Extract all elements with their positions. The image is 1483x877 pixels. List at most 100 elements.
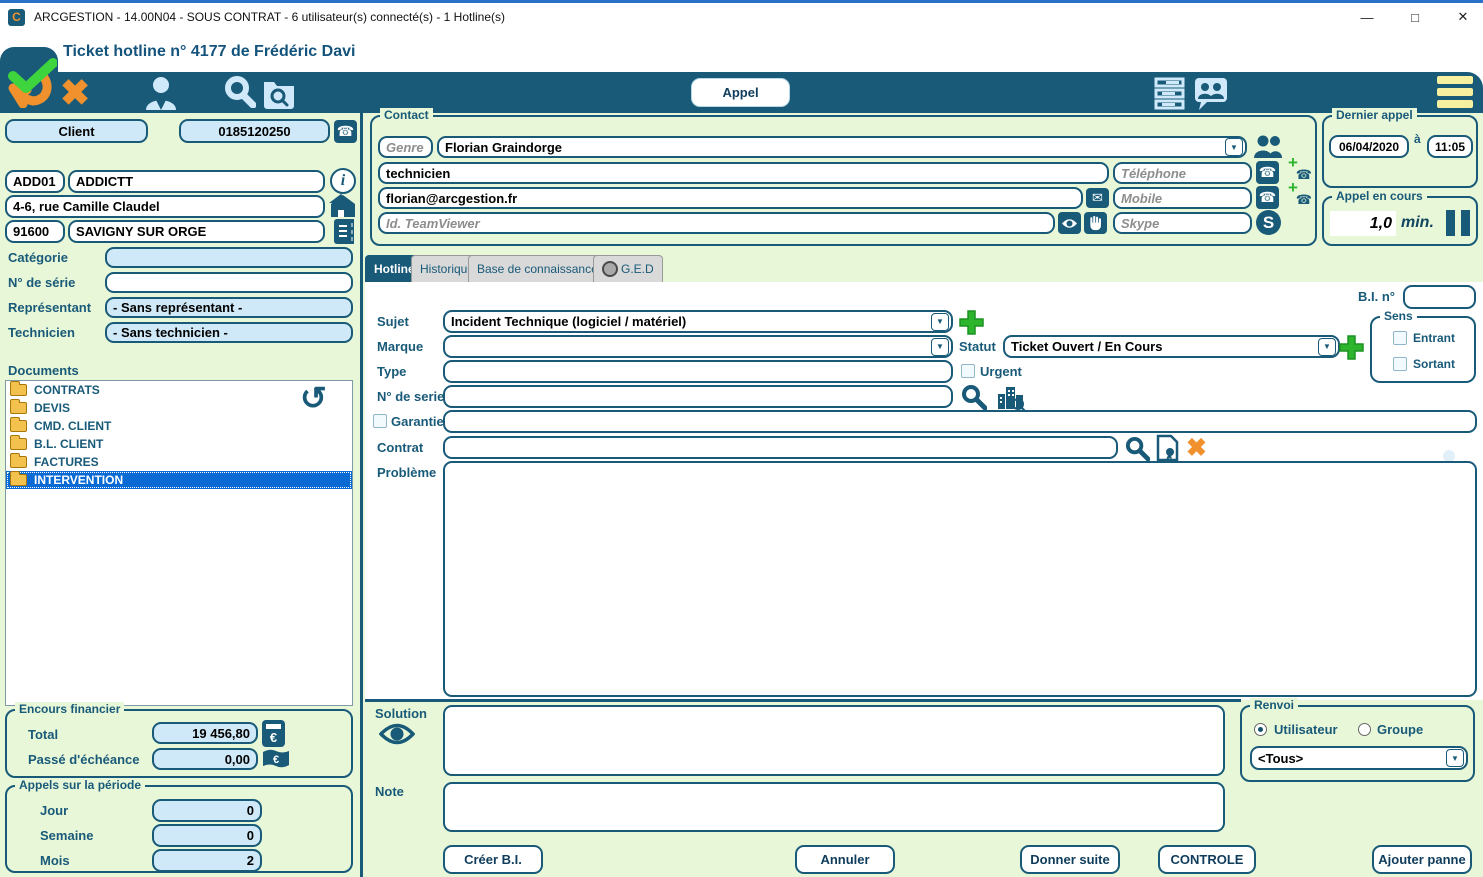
search-icon[interactable] — [224, 76, 256, 113]
marque-combo[interactable]: ▼ — [443, 335, 953, 358]
solution-eye-icon[interactable] — [379, 722, 415, 751]
add-mobile-icon[interactable]: + ☎ — [1288, 182, 1310, 208]
close-button[interactable]: ✕ — [1446, 6, 1480, 28]
maximize-button[interactable]: □ — [1398, 6, 1432, 28]
content-bottom-divider — [365, 699, 1241, 702]
representant-label: Représentant — [8, 300, 91, 315]
page-title: Ticket hotline n° 4177 de Frédéric Davi — [63, 43, 355, 61]
chevron-down-icon[interactable]: ▼ — [1225, 138, 1243, 156]
serie-input[interactable] — [443, 385, 953, 408]
close-icon: ✕ — [1458, 9, 1469, 25]
add-statut-icon[interactable] — [1338, 334, 1365, 366]
controle-button[interactable]: CONTROLE — [1158, 845, 1256, 874]
technicien-field[interactable]: - Sans technicien - — [105, 322, 353, 343]
validate-icon[interactable] — [5, 56, 57, 113]
money-icon[interactable]: € — [262, 748, 290, 774]
tab-ged[interactable]: G.E.D — [593, 255, 663, 282]
garantie-checkbox[interactable] — [373, 414, 387, 428]
echeance-value: 0,00 — [225, 752, 250, 767]
client-zip-field[interactable]: 91600 — [5, 220, 65, 243]
title-bar: C ARCGESTION - 14.00N04 - SOUS CONTRAT -… — [0, 3, 1483, 31]
skype-input[interactable] — [1113, 212, 1252, 234]
client-code-field[interactable]: ADD01 — [5, 170, 65, 193]
sujet-combo[interactable]: Incident Technique (logiciel / matériel)… — [443, 310, 953, 333]
minimize-button[interactable]: — — [1350, 6, 1384, 28]
client-phone-value: 0185120250 — [218, 124, 290, 139]
email-input[interactable] — [378, 187, 1083, 209]
chevron-down-icon[interactable]: ▼ — [931, 313, 949, 331]
appel-button[interactable]: Appel — [691, 78, 790, 107]
client-button[interactable]: Client — [5, 119, 148, 143]
folder-search-icon[interactable] — [262, 75, 296, 114]
echeance-field: 0,00 — [152, 748, 258, 770]
hand-icon[interactable] — [1084, 212, 1107, 234]
categorie-field[interactable] — [105, 247, 353, 268]
annuler-button[interactable]: Annuler — [795, 845, 895, 874]
chevron-down-icon[interactable]: ▼ — [1446, 749, 1464, 767]
contrat-delete-icon[interactable]: ✖ — [1186, 433, 1207, 463]
entrant-checkbox[interactable] — [1393, 331, 1407, 345]
address-book-icon[interactable] — [332, 218, 356, 250]
teamviewer-input[interactable] — [378, 212, 1055, 234]
fonction-input[interactable] — [378, 162, 1109, 184]
dernier-appel-title: Dernier appel — [1332, 108, 1417, 122]
semaine-value: 0 — [247, 828, 254, 843]
renvoi-combo[interactable]: <Tous> ▼ — [1250, 746, 1468, 770]
bi-input[interactable] — [1403, 285, 1476, 309]
ajouter-panne-button[interactable]: Ajouter panne — [1372, 845, 1472, 874]
entrant-label: Entrant — [1413, 331, 1455, 345]
client-name-field[interactable]: ADDICTT — [68, 170, 325, 193]
users-chat-icon[interactable] — [1193, 76, 1229, 117]
add-sujet-icon[interactable] — [958, 309, 985, 341]
duration-unit-label: min. — [1401, 214, 1434, 232]
garantie-input[interactable] — [443, 410, 1477, 433]
records-list-icon[interactable] — [1154, 77, 1186, 115]
appel-button-label: Appel — [722, 85, 758, 100]
probleme-textarea[interactable] — [443, 461, 1477, 697]
type-input[interactable] — [443, 360, 953, 383]
creer-bi-button[interactable]: Créer B.I. — [443, 845, 543, 874]
call-mobile-icon[interactable]: ☎ — [1256, 186, 1279, 209]
client-card-icon[interactable] — [143, 74, 179, 115]
client-serie-field[interactable] — [105, 272, 353, 293]
representant-field[interactable]: - Sans représentant - — [105, 297, 353, 318]
dernier-appel-time[interactable]: 11:05 — [1427, 135, 1473, 158]
genre-input[interactable] — [378, 136, 433, 158]
contacts-icon[interactable] — [1253, 133, 1283, 164]
tree-item-bl-client[interactable]: B.L. CLIENT — [6, 435, 352, 453]
tab-base-connaissances[interactable]: Base de connaissances — [468, 255, 613, 282]
client-city-field[interactable]: SAVIGNY SUR ORGE — [68, 220, 325, 243]
client-address-field[interactable]: 4-6, rue Camille Claudel — [5, 195, 325, 218]
email-icon[interactable]: ✉ — [1086, 188, 1109, 208]
cancel-icon[interactable]: ✖ — [60, 72, 90, 114]
donner-suite-button[interactable]: Donner suite — [1020, 845, 1120, 874]
info-icon[interactable]: i — [330, 168, 356, 194]
refresh-icon[interactable]: ↺ — [300, 382, 327, 414]
skype-icon[interactable]: S — [1256, 210, 1281, 235]
telephone-input[interactable] — [1113, 162, 1252, 184]
groupe-radio[interactable] — [1358, 723, 1371, 736]
call-telephone-icon[interactable]: ☎ — [1256, 161, 1279, 184]
urgent-label: Urgent — [980, 364, 1022, 379]
at-label: à — [1414, 132, 1421, 146]
menu-icon[interactable] — [1437, 76, 1473, 108]
dial-phone-icon[interactable]: ☎ — [334, 120, 357, 143]
tree-item-intervention-selected[interactable]: INTERVENTION — [6, 471, 352, 489]
tree-item-cmd-client[interactable]: CMD. CLIENT — [6, 417, 352, 435]
client-phone-field[interactable]: 0185120250 — [179, 119, 330, 143]
tree-item-factures[interactable]: FACTURES — [6, 453, 352, 471]
urgent-checkbox[interactable] — [961, 364, 975, 378]
chevron-down-icon[interactable]: ▼ — [931, 338, 949, 356]
contrat-input[interactable] — [443, 436, 1118, 459]
dernier-appel-date[interactable]: 06/04/2020 — [1329, 135, 1409, 158]
statut-combo[interactable]: Ticket Ouvert / En Cours ▼ — [1003, 335, 1340, 358]
mobile-input[interactable] — [1113, 187, 1252, 209]
pause-icon[interactable] — [1446, 210, 1470, 241]
sortant-checkbox[interactable] — [1393, 357, 1407, 371]
note-textarea[interactable] — [443, 782, 1225, 832]
contact-name-combo[interactable]: Florian Graindorge ▼ — [437, 136, 1247, 158]
solution-textarea[interactable] — [443, 705, 1225, 776]
eye-icon[interactable] — [1058, 212, 1081, 234]
chevron-down-icon[interactable]: ▼ — [1318, 338, 1336, 356]
utilisateur-radio[interactable] — [1254, 723, 1267, 736]
